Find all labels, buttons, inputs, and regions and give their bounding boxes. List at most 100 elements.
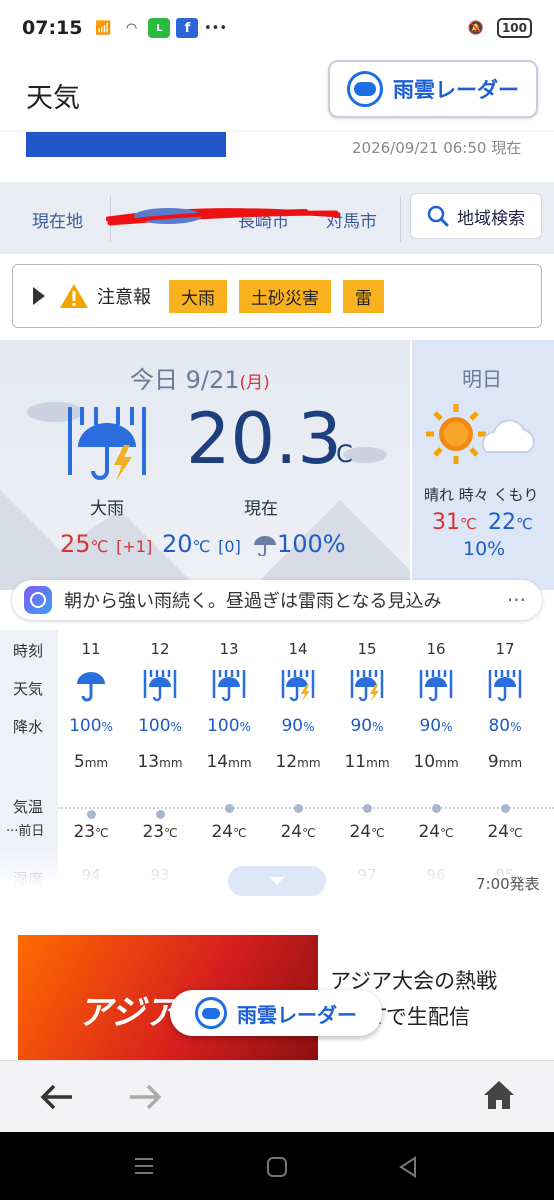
temperature-line (58, 807, 554, 809)
forward-arrow-icon[interactable] (128, 1083, 162, 1111)
expand-button[interactable] (228, 866, 326, 896)
location-current[interactable]: 現在地 (32, 207, 83, 232)
hourly-precip: 9mm (487, 752, 523, 772)
hourly-precip: 13mm (137, 752, 183, 772)
heavy-rain-icon (472, 668, 538, 708)
heavy-rain-icon (127, 668, 193, 708)
tomorrow-low: 22℃ (488, 510, 533, 535)
temperature-point (225, 804, 234, 813)
temperature-point (363, 804, 372, 813)
warning-icon (60, 284, 88, 308)
radar-icon (347, 71, 383, 107)
today-pop: 100% (253, 530, 346, 558)
floating-radar-label: 雨雲レーダー (237, 1002, 357, 1027)
forecast-comment-text: 朝から強い雨続く。昼過ぎは雷雨となる見込み (64, 591, 442, 612)
issued-time: 7:00発表 (476, 875, 540, 893)
menu-icon[interactable] (133, 1156, 155, 1176)
now-label: 現在 (244, 499, 278, 519)
forecast-comment[interactable]: 朝から強い雨続く。昼過ぎは雷雨となる見込み ··· (12, 580, 542, 620)
tomorrow-weather-label: 晴れ 時々 くもり (424, 486, 539, 504)
heavy-rain-icon (196, 668, 262, 708)
divider (400, 196, 401, 242)
temperature-unit: ℃ (326, 440, 353, 468)
umbrella-icon (58, 668, 124, 708)
warning-banner[interactable]: 注意報 大雨 土砂災害 雷 (12, 264, 542, 328)
rain-radar-label: 雨雲レーダー (393, 78, 519, 102)
hourly-pop: 90% (350, 716, 384, 736)
expand-triangle-icon (33, 287, 45, 305)
hourly-pop: 100% (138, 716, 182, 736)
ai-comment-icon (24, 586, 52, 614)
tomorrow-high: 31℃ (432, 510, 477, 535)
tomorrow-title: 明日 (462, 367, 502, 391)
area-search-label: 地域検索 (457, 208, 525, 229)
wifi-icon: ◠ (125, 20, 138, 36)
hourly-precip: 14mm (206, 752, 252, 772)
today-weather-label: 大雨 (90, 499, 124, 519)
browser-toolbar (0, 1060, 554, 1132)
ad-image-text: アジア (78, 993, 179, 1033)
row-label-precip: 降水 (13, 718, 44, 736)
temperature-point (432, 804, 441, 813)
hourly-time: 15 (357, 640, 377, 658)
hourly-temp: 23℃ (142, 822, 178, 842)
line-app-icon: L (148, 18, 171, 38)
home-nav-icon[interactable] (266, 1156, 288, 1178)
thunder-rain-icon (265, 668, 331, 708)
more-notifications-icon: ••• (203, 20, 227, 36)
floating-radar-button[interactable]: 雨雲レーダー (170, 990, 382, 1036)
warning-tag: 雷 (343, 279, 384, 313)
hourly-time: 16 (426, 640, 446, 658)
radar-icon (195, 997, 227, 1029)
facebook-icon: f (176, 18, 199, 38)
back-arrow-icon[interactable] (40, 1083, 74, 1111)
current-temperature: 20.3 (186, 398, 342, 480)
today-low: 20℃ [0] (162, 530, 241, 558)
signal-icon: 📶 (95, 20, 112, 36)
warning-tag: 土砂災害 (239, 279, 331, 313)
temperature-point (156, 810, 165, 819)
mute-icon: 🔕 (467, 20, 485, 36)
map-updated-time: 2026/09/21 06:50 現在 (352, 139, 522, 157)
hourly-temp: 23℃ (73, 822, 109, 842)
hourly-pop: 100% (69, 716, 113, 736)
back-nav-icon[interactable] (398, 1156, 418, 1178)
temperature-point (294, 804, 303, 813)
temperature-point (87, 810, 96, 819)
warning-label: 注意報 (97, 287, 151, 308)
hourly-time: 14 (288, 640, 308, 658)
umbrella-icon (254, 536, 276, 557)
battery-level: 100 (496, 18, 532, 38)
tomorrow-pop: 10% (463, 538, 506, 560)
heavy-rain-icon (68, 407, 146, 481)
today-high: 25℃ [+1] (60, 530, 153, 558)
today-date: 今日 9/21(月) (130, 366, 270, 394)
warning-tag: 大雨 (169, 279, 227, 313)
hourly-precip: 11mm (344, 752, 390, 772)
sunny-cloudy-icon (426, 404, 535, 464)
hourly-temp: 24℃ (211, 822, 247, 842)
hourly-precip: 5mm (73, 752, 109, 772)
hourly-temp: 24℃ (418, 822, 454, 842)
area-search-button[interactable]: 地域検索 (410, 193, 542, 239)
hourly-pop: 80% (488, 716, 522, 736)
home-icon[interactable] (482, 1079, 516, 1111)
rain-radar-button[interactable]: 雨雲レーダー (328, 60, 538, 118)
hourly-precip: 12mm (275, 752, 321, 772)
more-options-icon[interactable]: ··· (507, 588, 526, 612)
row-label-time: 時刻 (13, 642, 44, 660)
redaction-scribble (106, 208, 340, 226)
row-label-temp: 気温 (13, 798, 44, 816)
page-title: 天気 (26, 83, 80, 114)
hourly-time: 17 (495, 640, 515, 658)
hourly-time: 13 (219, 640, 239, 658)
hourly-temp: 24℃ (349, 822, 385, 842)
heavy-rain-icon (403, 668, 469, 708)
radar-map[interactable] (26, 132, 226, 157)
status-bar: 07:15 📶 ◠ L f ••• 🔕 100 (0, 0, 554, 56)
hourly-pop: 90% (281, 716, 315, 736)
system-navigation-bar (0, 1132, 554, 1200)
hourly-time: 11 (81, 640, 101, 658)
chevron-down-icon (270, 877, 284, 885)
hourly-time: 12 (150, 640, 170, 658)
